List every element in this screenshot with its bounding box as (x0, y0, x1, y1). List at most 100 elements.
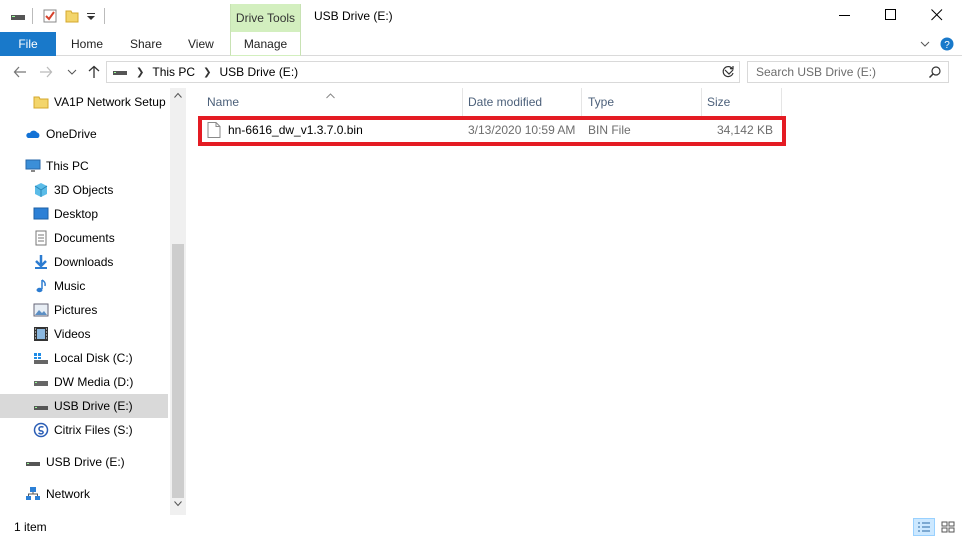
nav-item-music[interactable]: Music (0, 274, 168, 298)
maximize-button[interactable] (868, 0, 914, 30)
computer-icon (25, 158, 41, 174)
nav-item-downloads[interactable]: Downloads (0, 250, 168, 274)
nav-item-3d-objects[interactable]: 3D Objects (0, 178, 168, 202)
nav-pane-scrollbar[interactable] (170, 88, 186, 515)
usb-drive-icon (25, 454, 41, 470)
minimize-button[interactable] (822, 0, 868, 30)
item-count: 1 item (14, 520, 47, 534)
highlight-box (198, 116, 786, 146)
nav-item-onedrive[interactable]: OneDrive (0, 122, 168, 146)
nav-item-label: Pictures (54, 303, 98, 317)
tab-file[interactable]: File (0, 32, 56, 56)
nav-item-label: USB Drive (E:) (54, 399, 133, 413)
column-header-date-modified[interactable]: Date modified (462, 88, 582, 116)
nav-item-documents[interactable]: Documents (0, 226, 168, 250)
document-icon (33, 230, 49, 246)
tab-view[interactable]: View (188, 32, 214, 56)
close-button[interactable] (914, 0, 960, 30)
svg-text:?: ? (944, 40, 950, 51)
properties-check-icon[interactable] (42, 0, 58, 32)
chevron-down-icon (174, 501, 182, 507)
chevron-down-icon (67, 69, 77, 75)
customize-toolbar-chevron-icon[interactable] (86, 0, 96, 32)
nav-item-label: Network (46, 487, 91, 501)
maximize-icon (885, 9, 896, 20)
drive-icon (33, 374, 49, 390)
nav-item-usb-drive-e[interactable]: USB Drive (E:) (0, 394, 168, 418)
download-arrow-icon (33, 254, 49, 270)
forward-button[interactable] (38, 64, 54, 80)
film-icon (33, 326, 49, 342)
up-arrow-icon (88, 65, 100, 78)
title-bar: Drive Tools USB Drive (E:) (0, 0, 962, 32)
drive-quick-icon[interactable] (10, 0, 26, 32)
tab-home[interactable]: Home (71, 32, 103, 56)
help-icon: ? (940, 37, 954, 51)
breadcrumb-usb-drive[interactable]: USB Drive (E:) (219, 65, 298, 79)
recent-locations-button[interactable] (64, 64, 80, 80)
back-arrow-icon (13, 66, 26, 78)
up-button[interactable] (86, 64, 102, 80)
window-title: USB Drive (E:) (314, 9, 393, 23)
column-header-type[interactable]: Type (582, 88, 702, 116)
ribbon-tabs: File Home Share View Manage ? (0, 32, 962, 56)
column-header-name[interactable]: Name (201, 88, 463, 116)
folder-icon (33, 94, 49, 110)
nav-item-label: OneDrive (46, 127, 97, 141)
navigation-pane: VA1P Network Setup OneDrive This PC 3D O… (0, 88, 186, 515)
large-icons-view-button[interactable] (937, 518, 959, 536)
cloud-icon (25, 126, 41, 142)
details-view-button[interactable] (913, 518, 935, 536)
nav-item-network[interactable]: Network (0, 482, 168, 506)
search-placeholder: Search USB Drive (E:) (756, 65, 877, 79)
picture-icon (33, 302, 49, 318)
desktop-icon (33, 206, 49, 222)
address-bar[interactable]: ❯ This PC ❯ USB Drive (E:) (106, 61, 740, 83)
cube-icon (33, 182, 49, 198)
nav-item-dw-media-d[interactable]: DW Media (D:) (0, 370, 168, 394)
windows-drive-icon (33, 350, 49, 366)
minimize-icon (839, 15, 850, 16)
nav-item-va1p-network-setup[interactable]: VA1P Network Setup (0, 90, 168, 114)
scroll-up-button[interactable] (170, 92, 186, 104)
music-note-icon (33, 278, 49, 294)
chevron-down-icon (920, 41, 930, 47)
nav-item-label: VA1P Network Setup (54, 95, 166, 109)
divider (32, 0, 33, 32)
nav-item-desktop[interactable]: Desktop (0, 202, 168, 226)
forward-arrow-icon (40, 66, 53, 78)
tab-share[interactable]: Share (130, 32, 162, 56)
scrollbar-thumb[interactable] (172, 244, 184, 498)
nav-item-citrix-files-s[interactable]: Citrix Files (S:) (0, 418, 168, 442)
nav-item-label: Videos (54, 327, 91, 341)
nav-item-local-disk-c[interactable]: Local Disk (C:) (0, 346, 168, 370)
usb-drive-icon (33, 398, 49, 414)
search-input[interactable]: Search USB Drive (E:) (747, 61, 949, 83)
network-icon (25, 486, 41, 502)
nav-item-this-pc[interactable]: This PC (0, 154, 168, 178)
help-button[interactable]: ? (940, 32, 954, 56)
expand-ribbon-button[interactable] (920, 32, 930, 56)
drive-icon (112, 64, 128, 80)
breadcrumb-this-pc[interactable]: This PC (152, 65, 195, 79)
nav-item-videos[interactable]: Videos (0, 322, 168, 346)
nav-item-pictures[interactable]: Pictures (0, 298, 168, 322)
column-header-size[interactable]: Size (701, 88, 782, 116)
close-icon (931, 9, 943, 21)
refresh-button[interactable] (720, 64, 736, 80)
divider (104, 0, 105, 32)
navigation-bar: ❯ This PC ❯ USB Drive (E:) Search USB Dr… (0, 56, 962, 88)
nav-item-label: This PC (46, 159, 89, 173)
refresh-icon (722, 65, 734, 78)
nav-item-label: Local Disk (C:) (54, 351, 133, 365)
tab-manage[interactable]: Manage (230, 32, 301, 56)
back-button[interactable] (12, 64, 28, 80)
chevron-up-icon (174, 92, 182, 98)
breadcrumb-separator: ❯ (136, 66, 145, 78)
new-folder-icon[interactable] (64, 0, 80, 32)
nav-item-usb-drive-e-root[interactable]: USB Drive (E:) (0, 450, 168, 474)
search-icon (928, 65, 942, 79)
scroll-down-button[interactable] (170, 501, 186, 513)
nav-item-label: DW Media (D:) (54, 375, 134, 389)
nav-item-label: Desktop (54, 207, 99, 221)
